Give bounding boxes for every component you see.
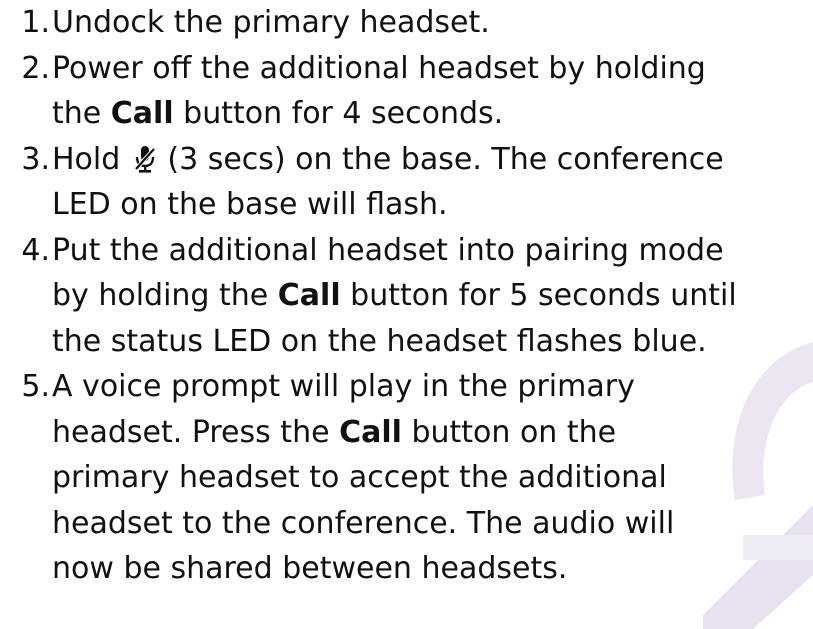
step-number: 3. — [21, 141, 50, 177]
step-text-segment: button for 5 seconds until — [340, 278, 737, 313]
step-item: 1. Undock the primary headset. — [0, 0, 813, 46]
mic-mute-icon — [134, 141, 156, 173]
step-text-segment: headset. Press the — [52, 414, 340, 450]
step-text-segment: button for 4 seconds. — [173, 96, 504, 131]
instruction-steps: 1. Undock the primary headset. 2. Power off… — [0, 0, 813, 592]
step-line: Power off the additional headset by hold… — [52, 46, 813, 92]
step-number: 2. — [21, 50, 50, 86]
step-line: Undock the primary headset. — [52, 0, 813, 46]
step-text-segment: LED on the base will flash. — [52, 187, 448, 222]
button-name-label: Call — [277, 278, 341, 313]
step-number: 1. — [21, 5, 50, 40]
step-text-segment: Undock the primary headset. — [52, 5, 490, 40]
step-item: 3. Hold (3 secs) on the base. The confere… — [0, 137, 813, 228]
step-line: A voice prompt will play in the primary — [52, 364, 813, 410]
step-number: 4. — [21, 232, 50, 268]
step-text-segment: Hold — [52, 141, 130, 177]
step-text: Put the additional headset into pairing … — [50, 228, 813, 365]
step-text-segment: A voice prompt will play in the primary — [52, 369, 635, 404]
step-text-segment: primary headset to accept the additional — [52, 460, 667, 495]
step-text-segment: button on the — [401, 414, 617, 450]
step-line: the Call button for 4 seconds. — [52, 91, 813, 137]
step-text-segment: now be shared between headsets. — [52, 551, 568, 586]
step-text-segment: by holding the — [52, 278, 278, 313]
step-text-segment: Put the additional headset into pairing … — [52, 232, 724, 268]
step-line: Hold (3 secs) on the base. The conferenc… — [52, 137, 813, 183]
step-number: 5. — [21, 369, 50, 404]
step-line: headset to the conference. The audio wil… — [52, 501, 813, 547]
step-text-segment: headset to the conference. The audio wil… — [52, 505, 675, 541]
step-text: A voice prompt will play in the primary h… — [50, 364, 813, 592]
step-text-segment: (3 secs) on the base. The conference — [157, 141, 724, 177]
step-line: now be shared between headsets. — [52, 546, 813, 592]
step-text-segment: Power off the additional headset by hold… — [52, 50, 706, 86]
step-line: LED on the base will flash. — [52, 182, 813, 228]
step-item: 5. A voice prompt will play in the primar… — [0, 364, 813, 592]
step-line: the status LED on the headset flashes bl… — [52, 319, 813, 365]
step-text: Undock the primary headset. — [50, 0, 813, 46]
step-line: headset. Press the Call button on the — [52, 410, 813, 456]
step-item: 4. Put the additional headset into pairin… — [0, 228, 813, 365]
step-text: Hold (3 secs) on the base. The conferenc… — [50, 137, 813, 228]
button-name-label: Call — [339, 414, 402, 450]
step-item: 2. Power off the additional headset by ho… — [0, 46, 813, 137]
step-text: Power off the additional headset by hold… — [50, 46, 813, 137]
step-line: primary headset to accept the additional — [52, 455, 813, 501]
step-text-segment: the — [52, 96, 111, 131]
step-text-segment: the status LED on the headset flashes bl… — [52, 323, 707, 359]
step-line: Put the additional headset into pairing … — [52, 228, 813, 274]
button-name-label: Call — [110, 96, 174, 131]
step-line: by holding the Call button for 5 seconds… — [52, 273, 813, 319]
